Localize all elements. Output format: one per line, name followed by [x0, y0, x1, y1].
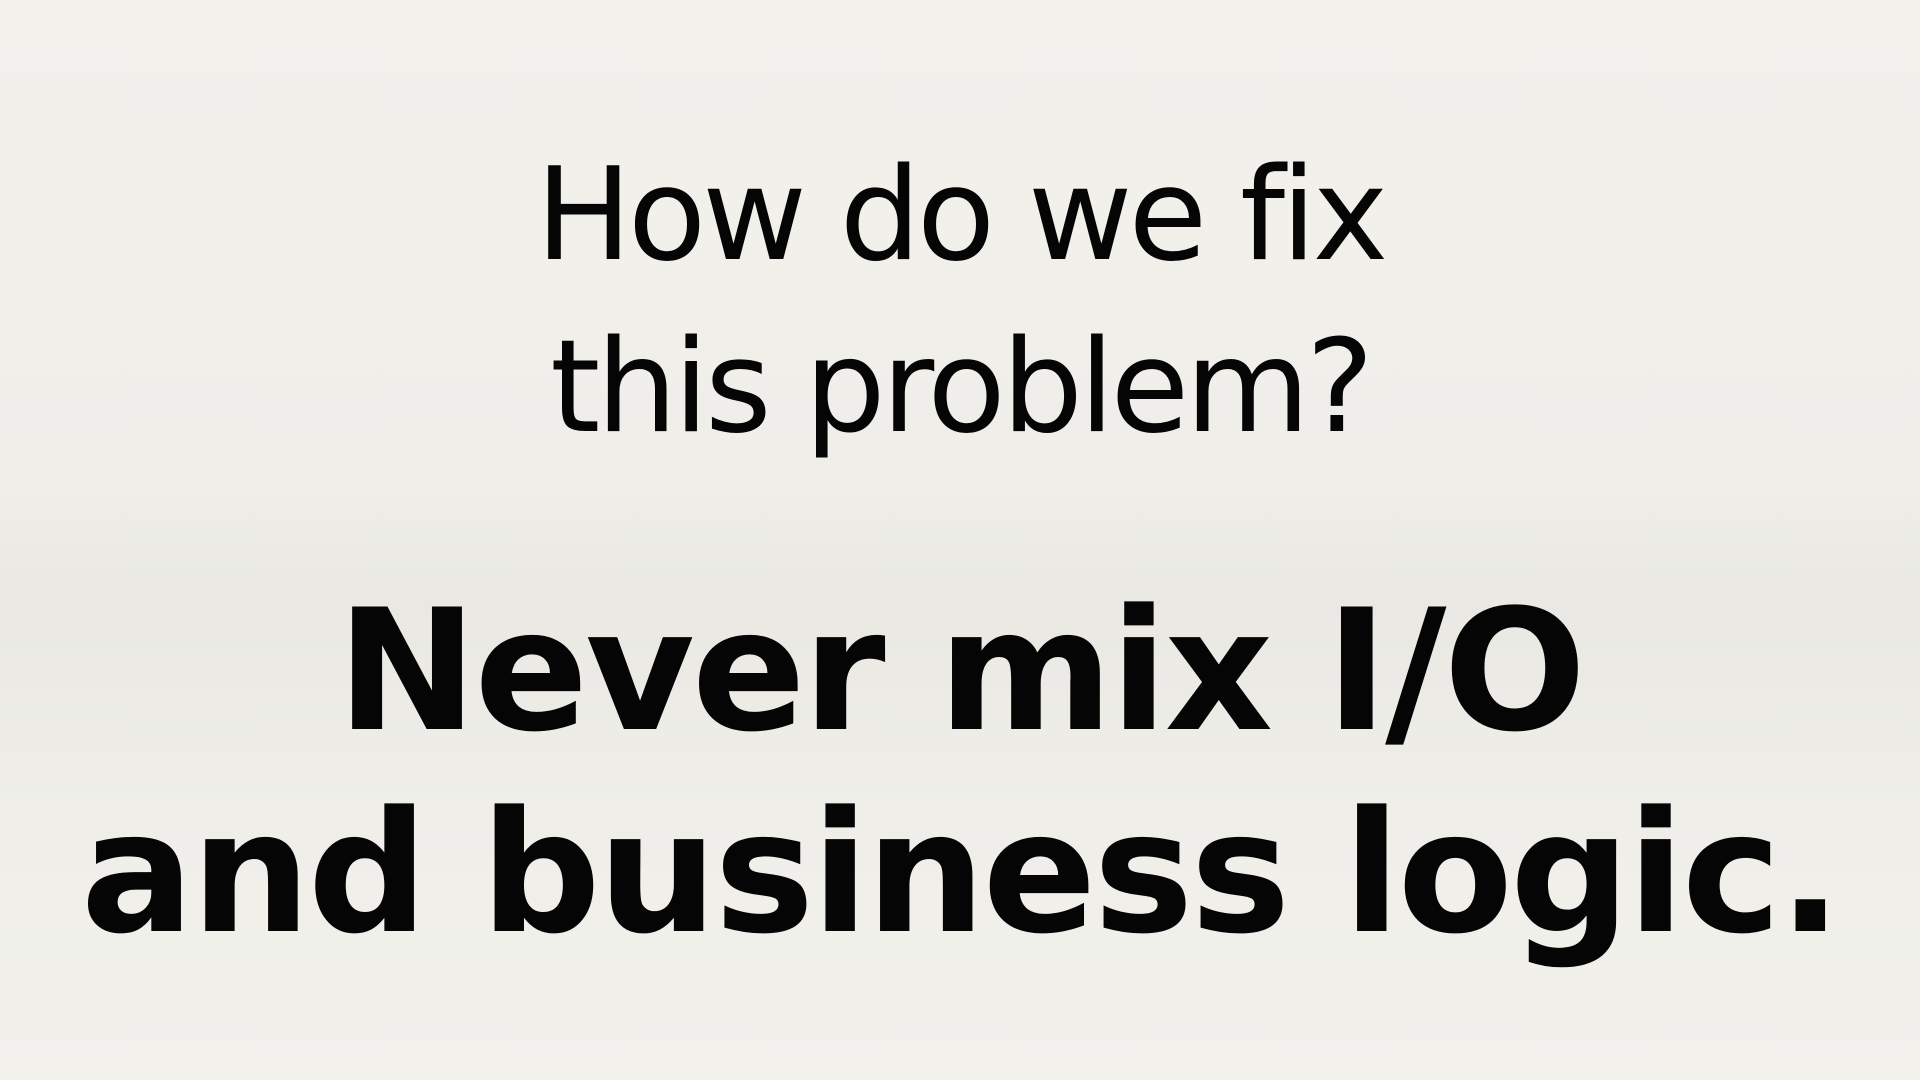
question-line-2: this problem? — [550, 313, 1374, 462]
answer-text: Never mix I/O and business logic. — [0, 570, 1920, 974]
slide: How do we fix this problem? Never mix I/… — [0, 0, 1920, 1080]
question-line-1: How do we fix — [535, 141, 1389, 290]
answer-line-2: and business logic. — [80, 775, 1842, 971]
question-text: How do we fix this problem? — [0, 130, 1920, 474]
answer-line-1: Never mix I/O — [336, 573, 1587, 769]
